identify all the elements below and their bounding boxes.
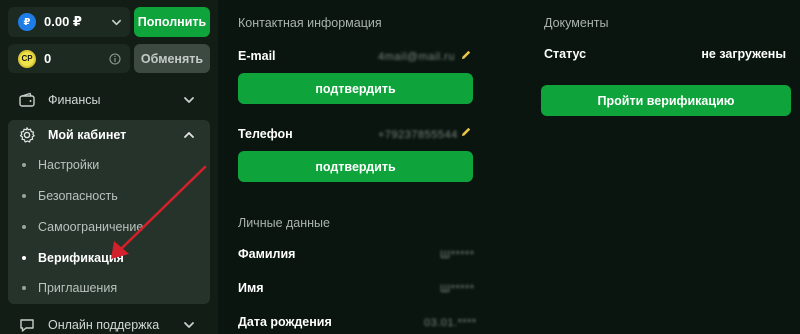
confirm-email-button[interactable]: подтвердить [238,73,473,104]
sidebar-item-support[interactable]: Онлайн поддержка [8,310,210,334]
rub-balance-box[interactable]: ₽ 0.00 ₽ [8,7,130,37]
chevron-down-icon [184,97,194,103]
surname-label: Фамилия [238,247,296,261]
sidebar: ₽ 0.00 ₽ Пополнить CP 0 Обменять Финансы… [0,0,218,334]
sidebar-subitem-verification[interactable]: Верификация [22,248,124,268]
sidebar-subitem-self-exclusion[interactable]: Самоограничение [22,217,143,237]
bullet-dot [22,163,26,167]
confirm-phone-button[interactable]: подтвердить [238,151,473,182]
sidebar-item-finance[interactable]: Финансы [8,85,210,115]
name-value: Ш***** [440,283,475,295]
chat-bubble-icon [20,319,34,332]
sidebar-subitem-label: Верификация [38,251,124,265]
bullet-dot [22,225,26,229]
status-label: Статус [544,47,587,61]
deposit-button[interactable]: Пополнить [134,7,210,37]
rub-balance-value: 0.00 ₽ [44,14,82,29]
name-label: Имя [238,281,264,295]
documents-section-title: Документы [544,16,609,30]
bullet-dot [22,194,26,198]
sidebar-item-cabinet[interactable]: Мой кабинет [8,120,210,150]
start-verification-button[interactable]: Пройти верификацию [541,85,791,116]
personal-section-title: Личные данные [238,216,330,230]
info-icon[interactable] [109,53,121,65]
sidebar-item-label: Мой кабинет [48,128,127,142]
sidebar-subitem-label: Безопасность [38,189,118,203]
email-value: 4mail@mail.ru [378,51,455,63]
contact-section-title: Контактная информация [238,16,382,30]
sidebar-subitem-settings[interactable]: Настройки [22,155,99,175]
bullet-dot [22,256,26,260]
sidebar-subitem-label: Настройки [38,158,100,172]
birthdate-label: Дата рождения [238,315,332,329]
bullet-dot [22,286,26,290]
cp-coin-icon: CP [18,49,36,68]
pencil-edit-icon[interactable] [460,126,472,138]
ruble-coin-icon: ₽ [18,13,36,31]
sidebar-item-label: Онлайн поддержка [48,318,160,332]
wallet-icon [19,92,35,107]
pencil-edit-icon[interactable] [460,49,472,61]
chevron-down-icon [184,322,194,328]
surname-value: Ш***** [440,249,475,261]
phone-value: +79237855544 [378,129,458,141]
cp-balance-box: CP 0 [8,44,130,73]
exchange-button[interactable]: Обменять [134,44,210,73]
cp-balance-value: 0 [44,51,52,66]
email-label: E-mail [238,49,276,63]
phone-label: Телефон [238,127,293,141]
main-content: Контактная информация E-mail 4mail@mail.… [218,0,800,334]
sidebar-subitem-label: Самоограничение [38,220,144,234]
birthdate-value: 03.01.**** [424,317,477,329]
sidebar-subitem-invitations[interactable]: Приглашения [22,278,117,298]
cabinet-panel: Мой кабинет Настройки Безопасность Самоо… [8,120,210,304]
sidebar-subitem-security[interactable]: Безопасность [22,186,118,206]
gear-icon [19,127,35,143]
sidebar-subitem-label: Приглашения [38,281,118,295]
sidebar-item-label: Финансы [48,93,101,107]
chevron-up-icon [184,132,194,138]
chevron-down-icon[interactable] [111,17,122,28]
status-value: не загружены [701,47,786,61]
